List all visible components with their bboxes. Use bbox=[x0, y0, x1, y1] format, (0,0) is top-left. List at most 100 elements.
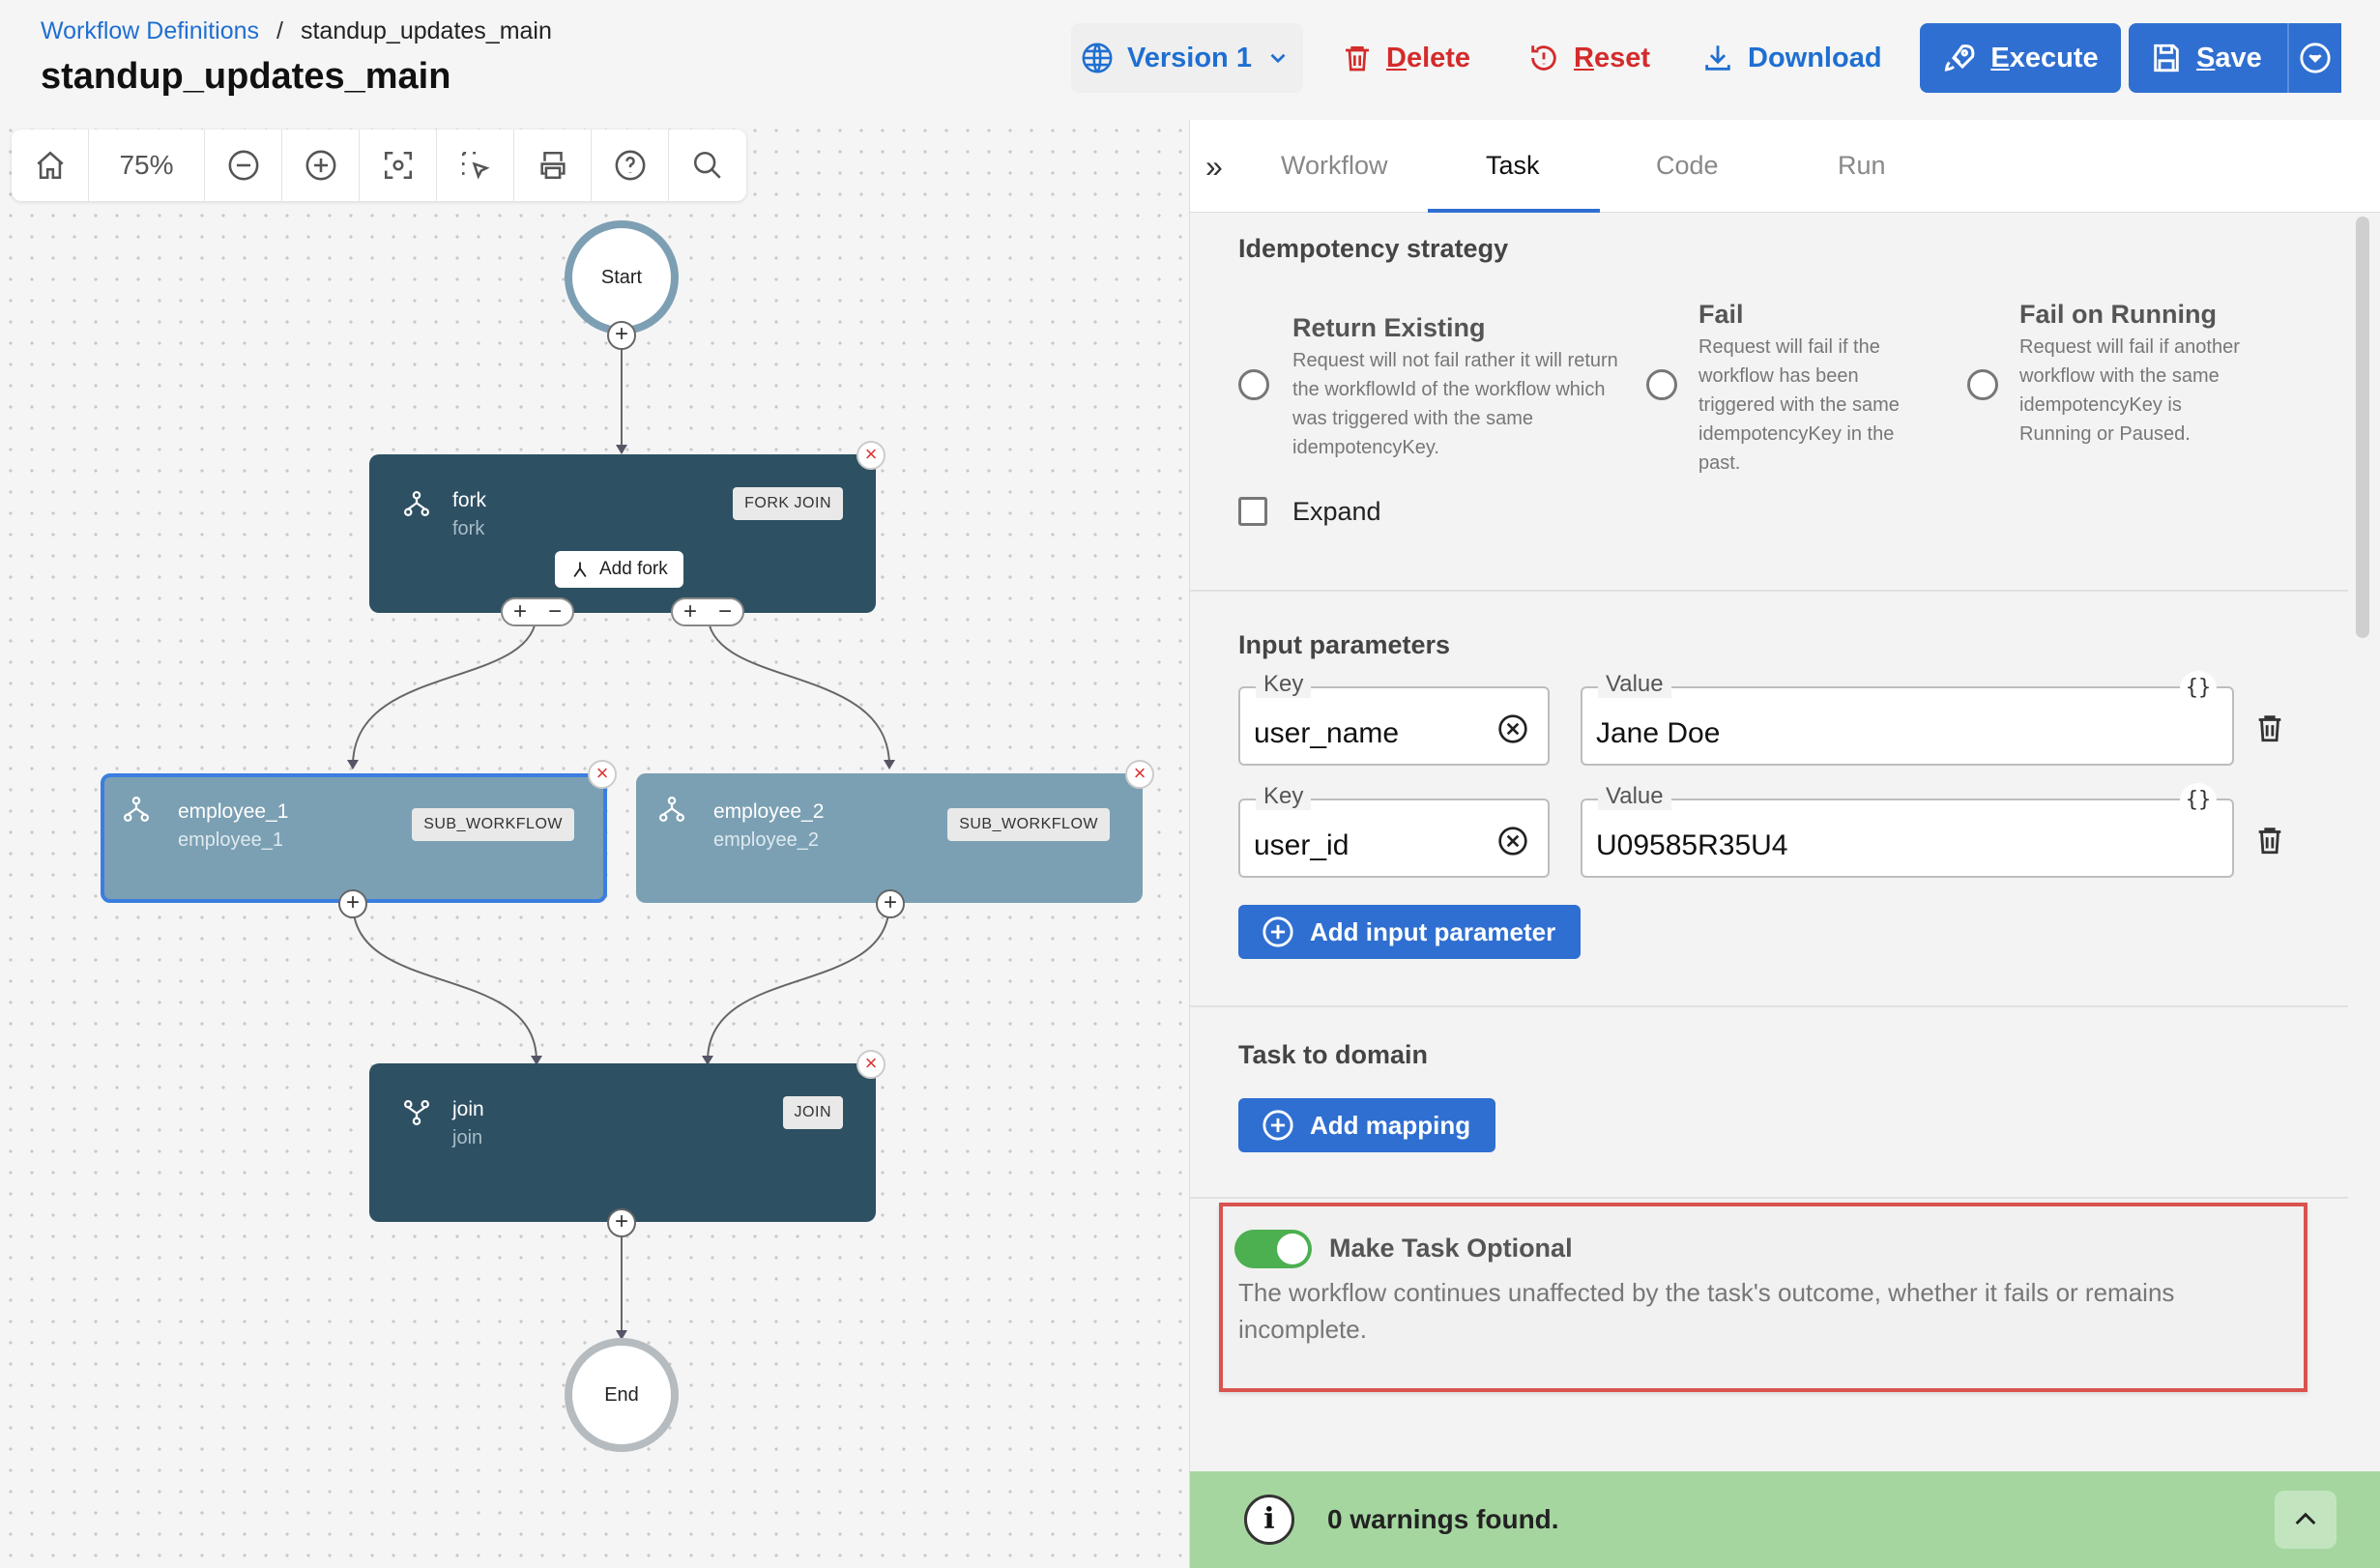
add-fork-label: Add fork bbox=[599, 559, 668, 579]
join-merge-icon bbox=[404, 1100, 429, 1125]
tab-task[interactable]: Task bbox=[1486, 151, 1540, 181]
breadcrumb-workflow-definitions-link[interactable]: Workflow Definitions bbox=[41, 17, 259, 45]
tab-code[interactable]: Code bbox=[1656, 151, 1719, 181]
end-node[interactable]: End bbox=[565, 1338, 679, 1452]
option-fail-on-running-title: Fail on Running bbox=[2019, 300, 2217, 329]
add-task-after-employee-1-button[interactable]: + bbox=[338, 889, 367, 918]
edge-fork-employee1 bbox=[352, 612, 537, 767]
workflow-canvas[interactable]: 75% Start + fork fork FORK JOIN Add fork… bbox=[0, 120, 1189, 1568]
rocket-icon bbox=[1945, 44, 1975, 72]
input-key-value-2: user_id bbox=[1254, 829, 1350, 861]
join-title: join bbox=[452, 1098, 484, 1120]
json-braces-icon[interactable]: {} bbox=[2180, 671, 2217, 706]
start-label: Start bbox=[600, 266, 643, 288]
trash-icon bbox=[1346, 46, 1369, 72]
save-options-dropdown[interactable] bbox=[2287, 23, 2341, 93]
input-value-field-1[interactable]: Value Jane Doe {} bbox=[1581, 671, 2234, 766]
fork-branch-icon bbox=[573, 562, 587, 578]
input-value-value-1: Jane Doe bbox=[1596, 717, 1721, 749]
active-tab-indicator bbox=[1428, 209, 1600, 213]
reset-label: Reset bbox=[1574, 42, 1650, 73]
input-value-field-2[interactable]: Value U09585R35U4 {} bbox=[1581, 783, 2234, 878]
version-label: Version 1 bbox=[1127, 42, 1252, 73]
download-button[interactable]: Download bbox=[1701, 23, 1882, 93]
employee-2-type-badge: SUB_WORKFLOW bbox=[947, 808, 1110, 841]
option-fail-title: Fail bbox=[1698, 300, 1744, 329]
fork-icon bbox=[404, 491, 429, 516]
add-task-after-start-button[interactable]: + bbox=[607, 321, 636, 350]
save-label: Save bbox=[2196, 42, 2262, 73]
add-branch-1-icon[interactable]: + bbox=[503, 599, 537, 624]
header: Workflow Definitions / standup_updates_m… bbox=[0, 0, 2380, 120]
tab-run[interactable]: Run bbox=[1838, 151, 1886, 181]
info-icon: i bbox=[1244, 1495, 1294, 1545]
remove-branch-1-icon[interactable]: − bbox=[537, 599, 572, 624]
input-key-field-2[interactable]: Key user_id bbox=[1238, 783, 1550, 878]
add-fork-button[interactable]: Add fork bbox=[555, 551, 683, 588]
breadcrumb: Workflow Definitions / standup_updates_m… bbox=[41, 17, 552, 45]
chevron-up-icon bbox=[2295, 1512, 2316, 1525]
employee-2-node[interactable]: employee_2 employee_2 SUB_WORKFLOW bbox=[636, 773, 1143, 903]
execute-label: Execute bbox=[1990, 42, 2099, 73]
input-key-value-1: user_name bbox=[1254, 717, 1400, 749]
plus-circle-icon bbox=[1263, 916, 1293, 947]
employee-1-node[interactable]: employee_1 employee_1 SUB_WORKFLOW bbox=[101, 773, 607, 903]
remove-employee-1-node-button[interactable]: × bbox=[588, 760, 617, 789]
section-divider bbox=[1190, 590, 2348, 592]
employee-1-type-badge: SUB_WORKFLOW bbox=[412, 808, 574, 841]
execute-button[interactable]: Execute bbox=[1920, 23, 2121, 93]
fork-node[interactable]: fork fork FORK JOIN Add fork bbox=[369, 454, 876, 613]
subworkflow-icon bbox=[659, 797, 684, 822]
breadcrumb-separator: / bbox=[276, 17, 283, 44]
remove-branch-2-icon[interactable]: − bbox=[708, 599, 742, 624]
add-task-after-employee-2-button[interactable]: + bbox=[876, 889, 905, 918]
remove-employee-2-node-button[interactable]: × bbox=[1125, 760, 1154, 789]
toggle-knob bbox=[1277, 1234, 1308, 1264]
collapse-panel-icon[interactable]: » bbox=[1205, 149, 1223, 185]
warnings-text: 0 warnings found. bbox=[1327, 1504, 1559, 1534]
version-select[interactable]: Version 1 bbox=[1071, 23, 1303, 93]
input-key-field-1[interactable]: Key user_name bbox=[1238, 671, 1550, 766]
expand-label: Expand bbox=[1292, 497, 1381, 526]
json-braces-icon[interactable]: {} bbox=[2180, 783, 2217, 818]
panel-scrollbar-thumb[interactable] bbox=[2356, 217, 2369, 638]
remove-join-node-button[interactable]: × bbox=[856, 1050, 885, 1079]
fork-type-badge: FORK JOIN bbox=[733, 487, 843, 520]
fork-branch-2-controls[interactable]: + − bbox=[671, 597, 744, 626]
trash-icon[interactable] bbox=[2253, 711, 2286, 744]
join-node[interactable]: join join JOIN bbox=[369, 1063, 876, 1222]
add-input-parameter-button[interactable]: Add input parameter bbox=[1238, 905, 1582, 959]
subworkflow-icon bbox=[124, 797, 149, 822]
expand-warnings-button[interactable] bbox=[2275, 1491, 2336, 1549]
fork-subtitle: fork bbox=[452, 518, 485, 539]
floppy-disk-icon bbox=[2154, 44, 2179, 73]
add-task-after-join-button[interactable]: + bbox=[607, 1208, 636, 1237]
download-label: Download bbox=[1748, 42, 1882, 73]
employee-1-subtitle: employee_1 bbox=[178, 829, 283, 851]
make-task-optional-toggle[interactable] bbox=[1234, 1230, 1312, 1268]
delete-button[interactable]: Delete bbox=[1342, 23, 1470, 93]
join-subtitle: join bbox=[452, 1127, 483, 1148]
expand-checkbox[interactable] bbox=[1238, 497, 1267, 526]
option-fail-desc: Request will fail if the workflow has be… bbox=[1698, 336, 1900, 474]
edge-employee2-join bbox=[707, 902, 890, 1062]
start-node[interactable]: Start bbox=[565, 220, 679, 334]
chevron-down-circle-icon bbox=[2300, 43, 2331, 73]
task-to-domain-title: Task to domain bbox=[1238, 1040, 1429, 1069]
section-divider bbox=[1190, 1197, 2348, 1199]
remove-fork-node-button[interactable]: × bbox=[856, 441, 885, 470]
option-return-existing-title: Return Existing bbox=[1292, 313, 1486, 342]
join-type-badge: JOIN bbox=[782, 1096, 843, 1129]
trash-icon[interactable] bbox=[2253, 824, 2286, 857]
clear-circle-icon[interactable] bbox=[1497, 713, 1528, 744]
fork-branch-1-controls[interactable]: + − bbox=[501, 597, 574, 626]
radio-fail[interactable] bbox=[1646, 369, 1677, 400]
add-branch-2-icon[interactable]: + bbox=[673, 599, 708, 624]
delete-label: Delete bbox=[1386, 42, 1471, 73]
add-mapping-button[interactable]: Add mapping bbox=[1238, 1098, 1496, 1152]
tab-workflow[interactable]: Workflow bbox=[1281, 151, 1388, 181]
radio-fail-on-running[interactable] bbox=[1967, 369, 1998, 400]
radio-return-existing[interactable] bbox=[1238, 369, 1269, 400]
clear-circle-icon[interactable] bbox=[1497, 826, 1528, 857]
reset-button[interactable]: Reset bbox=[1527, 23, 1650, 93]
